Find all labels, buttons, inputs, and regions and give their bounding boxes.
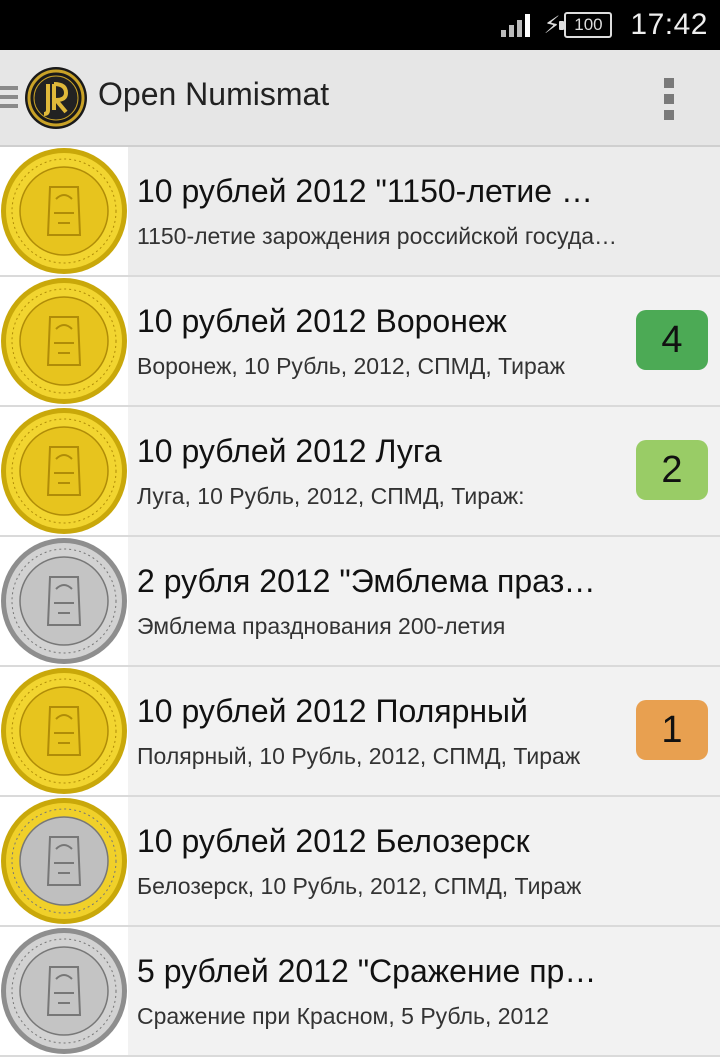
coin-subtitle: Эмблема празднования 200-летия bbox=[137, 613, 506, 639]
coin-subtitle: Луга, 10 Рубль, 2012, СПМД, Тираж: bbox=[137, 483, 525, 509]
coin-image bbox=[0, 277, 128, 405]
count-badge: 4 bbox=[636, 310, 708, 370]
coin-title: 5 рублей 2012 "Сражение при Красном" bbox=[137, 953, 607, 989]
coin-list[interactable]: 10 рублей 2012 "1150-летие зарождения ро… bbox=[0, 147, 720, 1057]
list-item[interactable]: 10 рублей 2012 Белозерск Белозерск, 10 Ру… bbox=[0, 797, 720, 927]
app-logo[interactable] bbox=[24, 66, 88, 130]
coin-image bbox=[0, 407, 128, 535]
app-title: Open Numismat bbox=[98, 76, 330, 112]
list-item[interactable]: 10 рублей 2012 Полярный Полярный, 10 Рубл… bbox=[0, 667, 720, 797]
coin-subtitle: 1150-летие зарождения российской государ… bbox=[137, 223, 619, 249]
coin-title: 10 рублей 2012 Воронеж bbox=[137, 303, 507, 339]
drawer-menu-icon[interactable] bbox=[0, 86, 18, 112]
list-item[interactable]: 10 рублей 2012 Луга Луга, 10 Рубль, 2012,… bbox=[0, 407, 720, 537]
battery-level: 100 bbox=[574, 15, 603, 34]
coin-subtitle: Белозерск, 10 Рубль, 2012, СПМД, Тираж bbox=[137, 873, 582, 899]
coin-title: 10 рублей 2012 "1150-летие зарождения ро… bbox=[137, 173, 607, 209]
coin-title: 10 рублей 2012 Белозерск bbox=[137, 823, 530, 859]
coin-subtitle: Сражение при Красном, 5 Рубль, 2012 bbox=[137, 1003, 549, 1029]
list-item[interactable]: 5 рублей 2012 "Сражение при Красном" Сраж… bbox=[0, 927, 720, 1057]
coin-subtitle: Воронеж, 10 Рубль, 2012, СПМД, Тираж bbox=[137, 353, 565, 379]
coin-title: 2 рубля 2012 "Эмблема празднования" bbox=[137, 563, 607, 599]
count-badge: 2 bbox=[636, 440, 708, 500]
coin-image bbox=[0, 537, 128, 665]
list-item[interactable]: 10 рублей 2012 Воронеж Воронеж, 10 Рубль,… bbox=[0, 277, 720, 407]
list-item[interactable]: 10 рублей 2012 "1150-летие зарождения ро… bbox=[0, 147, 720, 277]
battery-icon: 100 bbox=[559, 12, 613, 38]
coin-subtitle: Полярный, 10 Рубль, 2012, СПМД, Тираж bbox=[137, 743, 581, 769]
coin-title: 10 рублей 2012 Луга bbox=[137, 433, 442, 469]
count-badge: 1 bbox=[636, 700, 708, 760]
status-time: 17:42 bbox=[630, 8, 708, 41]
action-bar: Open Numismat bbox=[0, 50, 720, 147]
coin-image bbox=[0, 797, 128, 925]
coin-image bbox=[0, 927, 128, 1055]
signal-icon bbox=[500, 13, 530, 37]
coin-title: 10 рублей 2012 Полярный bbox=[137, 693, 528, 729]
overflow-menu-icon[interactable] bbox=[662, 78, 676, 120]
status-bar: ⚡ 100 17:42 bbox=[0, 0, 720, 50]
list-item[interactable]: 2 рубля 2012 "Эмблема празднования" Эмбле… bbox=[0, 537, 720, 667]
coin-image bbox=[0, 667, 128, 795]
coin-image bbox=[0, 147, 128, 275]
charging-icon: ⚡ bbox=[543, 11, 561, 39]
